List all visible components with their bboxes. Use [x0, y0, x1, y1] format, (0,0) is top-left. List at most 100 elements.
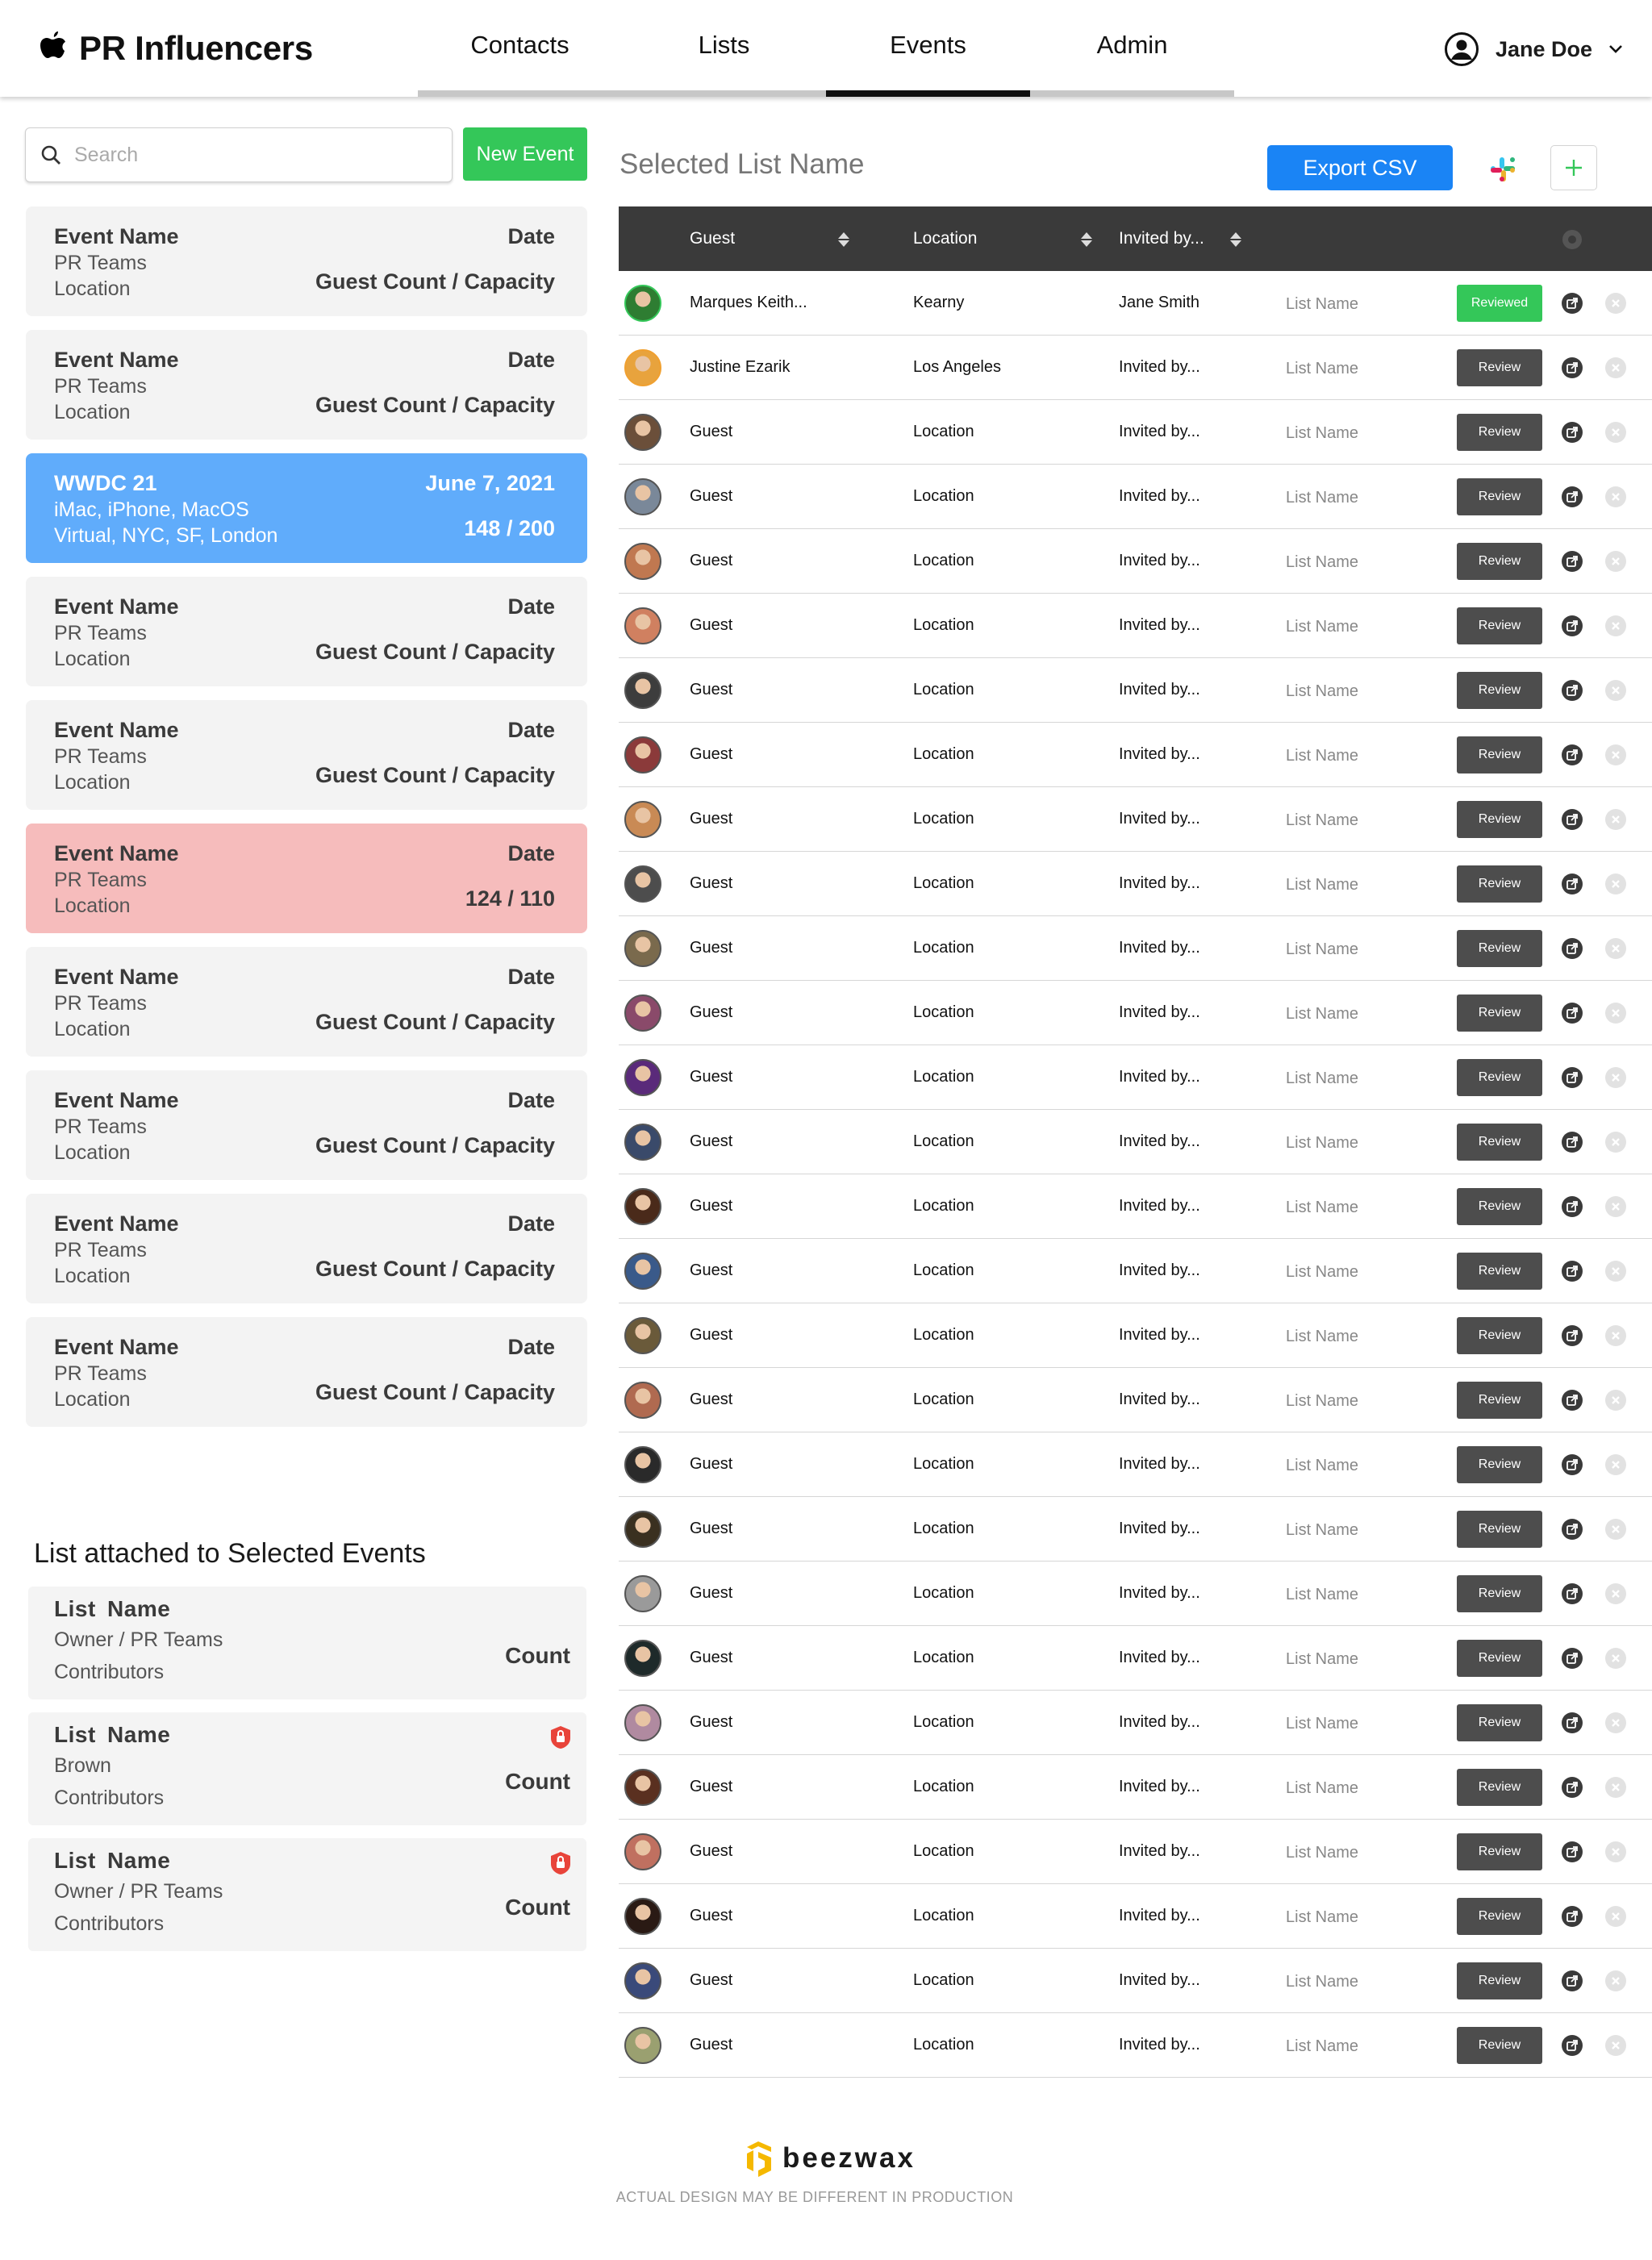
review-button[interactable]: Review — [1457, 1898, 1542, 1935]
external-link-icon[interactable] — [1561, 1841, 1583, 1863]
table-row[interactable]: Guest Location Invited by... List Name Revie… — [619, 1174, 1652, 1239]
review-button[interactable]: Review — [1457, 1188, 1542, 1225]
event-card[interactable]: WWDC 21 iMac, iPhone, MacOS Virtual, NYC, … — [26, 453, 587, 563]
review-button[interactable]: Review — [1457, 607, 1542, 644]
review-button[interactable]: Review — [1457, 2027, 1542, 2064]
external-link-icon[interactable] — [1561, 1582, 1583, 1605]
remove-icon[interactable] — [1604, 1002, 1627, 1024]
table-row[interactable]: Guest Location Invited by... List Name Revie… — [619, 1562, 1652, 1626]
event-card[interactable]: Event Name PR Teams Location Date Guest Coun… — [26, 330, 587, 440]
search-input[interactable] — [74, 143, 429, 167]
table-row[interactable]: Guest Location Invited by... List Name Revie… — [619, 529, 1652, 594]
remove-icon[interactable] — [1604, 1518, 1627, 1541]
table-row[interactable]: Guest Location Invited by... List Name Revie… — [619, 594, 1652, 658]
remove-icon[interactable] — [1604, 744, 1627, 766]
table-row[interactable]: Guest Location Invited by... List Name Revie… — [619, 465, 1652, 529]
remove-icon[interactable] — [1604, 1776, 1627, 1799]
external-link-icon[interactable] — [1561, 1389, 1583, 1411]
event-card[interactable]: Event Name PR Teams Location Date Guest Coun… — [26, 206, 587, 316]
external-link-icon[interactable] — [1561, 937, 1583, 960]
review-button[interactable]: Review — [1457, 1769, 1542, 1806]
table-row[interactable]: Guest Location Invited by... List Name Revie… — [619, 1432, 1652, 1497]
review-button[interactable]: Review — [1457, 1317, 1542, 1354]
event-card[interactable]: Event Name PR Teams Location Date Guest Coun… — [26, 1070, 587, 1180]
table-row[interactable]: Guest Location Invited by... List Name Revie… — [619, 981, 1652, 1045]
review-button[interactable]: Review — [1457, 543, 1542, 580]
external-link-icon[interactable] — [1561, 486, 1583, 508]
table-row[interactable]: Guest Location Invited by... List Name Revie… — [619, 787, 1652, 852]
reviewed-button[interactable]: Reviewed — [1457, 285, 1542, 322]
table-row[interactable]: Guest Location Invited by... List Name Revie… — [619, 723, 1652, 787]
remove-icon[interactable] — [1604, 1905, 1627, 1928]
table-row[interactable]: Guest Location Invited by... List Name Revie… — [619, 1303, 1652, 1368]
add-button[interactable] — [1550, 145, 1597, 190]
review-button[interactable]: Review — [1457, 478, 1542, 515]
remove-icon[interactable] — [1604, 1195, 1627, 1218]
review-button[interactable]: Review — [1457, 1962, 1542, 1999]
settings-icon[interactable] — [1561, 228, 1583, 251]
table-row[interactable]: Guest Location Invited by... List Name Revie… — [619, 1949, 1652, 2013]
remove-icon[interactable] — [1604, 1712, 1627, 1734]
remove-icon[interactable] — [1604, 615, 1627, 637]
table-row[interactable]: Guest Location Invited by... List Name Revie… — [619, 1497, 1652, 1562]
remove-icon[interactable] — [1604, 1260, 1627, 1282]
attached-list-card[interactable]: List Name Brown Contributors Count — [28, 1712, 586, 1825]
event-card[interactable]: Event Name PR Teams Location Date Guest Coun… — [26, 1194, 587, 1303]
attached-list-card[interactable]: List Name Owner / PR Teams Contributors Cou… — [28, 1587, 586, 1699]
external-link-icon[interactable] — [1561, 292, 1583, 315]
external-link-icon[interactable] — [1561, 679, 1583, 702]
table-row[interactable]: Guest Location Invited by... List Name Revie… — [619, 916, 1652, 981]
brand[interactable]: PR Influencers — [37, 24, 313, 73]
new-event-button[interactable]: New Event — [463, 127, 587, 181]
external-link-icon[interactable] — [1561, 1970, 1583, 1992]
review-button[interactable]: Review — [1457, 1124, 1542, 1161]
attached-list-card[interactable]: List Name Owner / PR Teams Contributors Cou… — [28, 1838, 586, 1951]
review-button[interactable]: Review — [1457, 736, 1542, 773]
external-link-icon[interactable] — [1561, 1905, 1583, 1928]
table-row[interactable]: Marques Keith... Kearny Jane Smith List Nam… — [619, 271, 1652, 336]
review-button[interactable]: Review — [1457, 414, 1542, 451]
external-link-icon[interactable] — [1561, 1195, 1583, 1218]
remove-icon[interactable] — [1604, 679, 1627, 702]
table-row[interactable]: Guest Location Invited by... List Name Revie… — [619, 400, 1652, 465]
review-button[interactable]: Review — [1457, 930, 1542, 967]
table-row[interactable]: Justine Ezarik Los Angeles Invited by... Li… — [619, 336, 1652, 400]
review-button[interactable]: Review — [1457, 1640, 1542, 1677]
table-row[interactable]: Guest Location Invited by... List Name Revie… — [619, 2013, 1652, 2078]
remove-icon[interactable] — [1604, 1841, 1627, 1863]
external-link-icon[interactable] — [1561, 421, 1583, 444]
external-link-icon[interactable] — [1561, 1712, 1583, 1734]
external-link-icon[interactable] — [1561, 1131, 1583, 1153]
review-button[interactable]: Review — [1457, 994, 1542, 1032]
remove-icon[interactable] — [1604, 1389, 1627, 1411]
review-button[interactable]: Review — [1457, 1382, 1542, 1419]
slack-icon[interactable] — [1489, 156, 1516, 183]
table-row[interactable]: Guest Location Invited by... List Name Revie… — [619, 1884, 1652, 1949]
column-header-location[interactable]: Location — [913, 206, 1123, 271]
remove-icon[interactable] — [1604, 292, 1627, 315]
column-header-invited-by[interactable]: Invited by... — [1119, 206, 1280, 271]
table-row[interactable]: Guest Location Invited by... List Name Revie… — [619, 1045, 1652, 1110]
table-row[interactable]: Guest Location Invited by... List Name Revie… — [619, 1691, 1652, 1755]
external-link-icon[interactable] — [1561, 744, 1583, 766]
review-button[interactable]: Review — [1457, 1511, 1542, 1548]
remove-icon[interactable] — [1604, 2034, 1627, 2057]
external-link-icon[interactable] — [1561, 615, 1583, 637]
remove-icon[interactable] — [1604, 486, 1627, 508]
remove-icon[interactable] — [1604, 1453, 1627, 1476]
table-row[interactable]: Guest Location Invited by... List Name Revie… — [619, 1368, 1652, 1432]
remove-icon[interactable] — [1604, 1970, 1627, 1992]
remove-icon[interactable] — [1604, 1324, 1627, 1347]
table-row[interactable]: Guest Location Invited by... List Name Revie… — [619, 1239, 1652, 1303]
remove-icon[interactable] — [1604, 1647, 1627, 1670]
remove-icon[interactable] — [1604, 421, 1627, 444]
remove-icon[interactable] — [1604, 1582, 1627, 1605]
review-button[interactable]: Review — [1457, 1575, 1542, 1612]
tab-contacts[interactable]: Contacts — [418, 0, 622, 90]
external-link-icon[interactable] — [1561, 808, 1583, 831]
review-button[interactable]: Review — [1457, 801, 1542, 838]
event-card[interactable]: Event Name PR Teams Location Date Guest Coun… — [26, 947, 587, 1057]
tab-lists[interactable]: Lists — [622, 0, 826, 90]
external-link-icon[interactable] — [1561, 1260, 1583, 1282]
export-csv-button[interactable]: Export CSV — [1267, 145, 1453, 190]
